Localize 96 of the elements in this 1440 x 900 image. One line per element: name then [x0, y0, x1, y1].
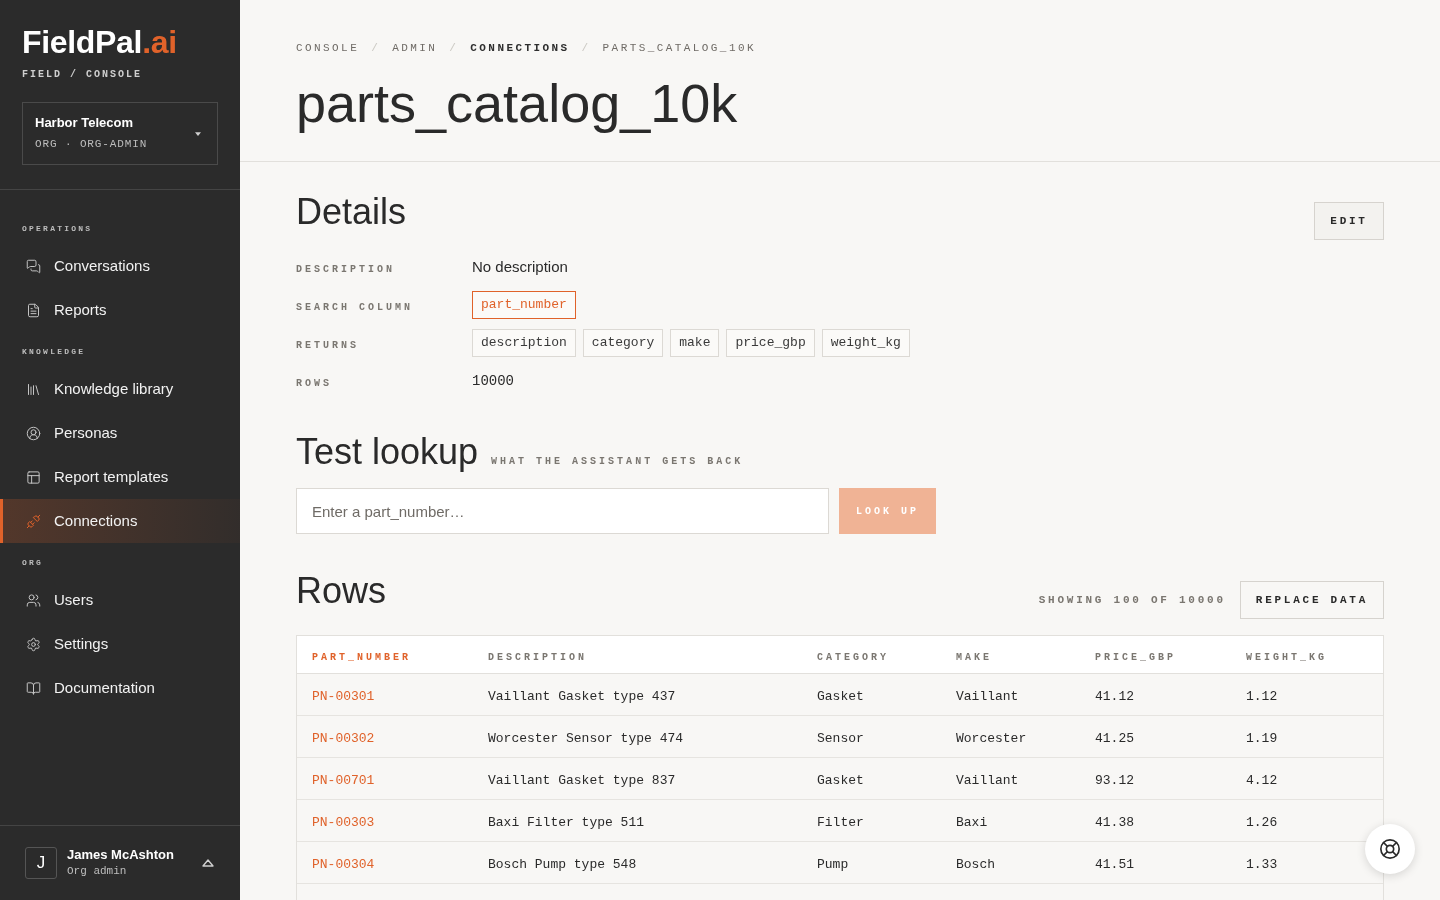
section-heading: Details — [296, 192, 407, 232]
field-value: 10000 — [472, 372, 514, 391]
table-cell: Baxi — [956, 814, 988, 830]
column-header: DESCRIPTION — [488, 651, 587, 663]
breadcrumb-link[interactable]: CONNECTIONS — [470, 40, 570, 56]
table-cell: Gasket — [817, 688, 864, 704]
field-value: No description — [472, 257, 568, 277]
search-column-tag: part_number — [472, 291, 576, 319]
help-button[interactable] — [1365, 824, 1415, 874]
sidebar-item[interactable]: Personas — [0, 411, 240, 455]
sidebar-item[interactable]: Report templates — [0, 455, 240, 499]
user-role: Org admin — [67, 864, 128, 879]
column-tag: weight_kg — [821, 329, 910, 357]
books-icon — [26, 381, 41, 397]
table-cell: PN-00301 — [312, 688, 375, 704]
section-subheading: WHAT THE ASSISTANT GETS BACK — [491, 455, 744, 469]
user-menu-toggle[interactable] — [202, 859, 214, 867]
edit-button[interactable]: EDIT — [1314, 202, 1384, 240]
table-cell: Worcester — [956, 730, 1027, 746]
org-switcher[interactable]: Harbor Telecom ORG · ORG-ADMIN — [22, 102, 218, 165]
document-icon — [26, 302, 41, 318]
sidebar-item[interactable]: Conversations — [0, 244, 240, 288]
chat-bubbles-icon — [26, 258, 41, 274]
layout-icon — [26, 469, 41, 485]
sidebar-item[interactable]: Documentation — [0, 666, 240, 710]
section-label: OPERATIONS — [21, 223, 94, 235]
unplugged-plug-icon — [26, 513, 41, 529]
column-header: PRICE_GBP — [1095, 651, 1176, 663]
sidebar-item[interactable]: Connections — [0, 499, 240, 543]
replace-data-button[interactable]: REPLACE DATA — [1239, 581, 1384, 619]
column-header: CATEGORY — [817, 651, 889, 663]
breadcrumb-link[interactable]: CONSOLE — [296, 40, 360, 56]
table-cell: Sensor — [817, 730, 864, 746]
column-tag: description — [472, 329, 576, 357]
table-cell: Bosch Pump type 548 — [488, 856, 637, 872]
user-name: James McAshton — [67, 847, 174, 863]
table-cell: 93.12 — [1095, 772, 1134, 788]
table-cell: Pump — [817, 856, 849, 872]
table-cell: Vaillant Gasket type 837 — [488, 772, 676, 788]
table-cell: 41.51 — [1095, 856, 1134, 872]
row-count: SHOWING 100 OF 10000 — [1038, 592, 1226, 608]
lookup-input[interactable]: Enter a part_number… — [296, 488, 829, 534]
table-cell: Bosch — [956, 856, 995, 872]
table-cell: Vaillant Gasket type 437 — [488, 688, 676, 704]
caret-up-icon — [202, 859, 214, 867]
section-heading: Rows — [296, 571, 387, 611]
page-title: parts_catalog_10k — [296, 74, 738, 133]
console-label: FIELD / CONSOLE — [22, 69, 142, 81]
breadcrumb-separator: / — [449, 41, 459, 56]
table-cell: 41.12 — [1095, 688, 1134, 704]
column-header: WEIGHT_KG — [1246, 651, 1327, 663]
table-cell: Filter — [817, 814, 864, 830]
field-label: ROWS — [296, 378, 332, 389]
table-cell: Gasket — [817, 772, 864, 788]
logo: FieldPal.ai — [22, 24, 177, 60]
section-label: ORG — [21, 557, 45, 569]
column-tag: make — [670, 329, 720, 357]
table-cell: 1.33 — [1246, 856, 1278, 872]
table-cell: PN-00304 — [312, 856, 375, 872]
sidebar-item[interactable]: Reports — [0, 288, 240, 332]
column-header: PART_NUMBER — [312, 651, 411, 663]
breadcrumb-link[interactable]: ADMIN — [392, 40, 438, 56]
sidebar-item[interactable]: Knowledge library — [0, 367, 240, 411]
table-cell: 41.38 — [1095, 814, 1134, 830]
field-label: RETURNS — [296, 340, 359, 351]
table-cell: 41.25 — [1095, 730, 1134, 746]
table-cell: PN-00701 — [312, 772, 375, 788]
open-book-icon — [26, 680, 41, 696]
table-cell: PN-00303 — [312, 814, 375, 830]
table-cell: 1.12 — [1246, 688, 1278, 704]
settings-icon — [26, 636, 41, 652]
field-label: DESCRIPTION — [296, 264, 395, 275]
table-cell: Worcester Sensor type 474 — [488, 730, 684, 746]
sidebar-item[interactable]: Settings — [0, 622, 240, 666]
table-cell: 1.19 — [1246, 730, 1278, 746]
breadcrumb-separator: / — [371, 41, 381, 56]
table-cell: 1.26 — [1246, 814, 1278, 830]
table-cell: PN-00302 — [312, 730, 375, 746]
breadcrumb-link[interactable]: PARTS_CATALOG_10K — [602, 40, 756, 56]
column-tag: category — [582, 329, 664, 357]
table-cell: Vaillant — [956, 772, 1019, 788]
table-cell: 4.12 — [1246, 772, 1278, 788]
table-cell: Baxi Filter type 511 — [488, 814, 645, 830]
users-icon — [26, 592, 41, 608]
breadcrumb-separator: / — [581, 41, 591, 56]
column-header: MAKE — [956, 651, 992, 663]
user-circle-icon — [26, 425, 41, 441]
avatar: J — [25, 847, 57, 879]
field-label: SEARCH COLUMN — [296, 302, 413, 313]
section-label: KNOWLEDGE — [21, 346, 87, 358]
sidebar-item[interactable]: Users — [0, 578, 240, 622]
table-cell: Vaillant — [956, 688, 1019, 704]
caret-icon — [195, 131, 201, 136]
lifebuoy-icon — [1379, 838, 1401, 860]
section-heading: Test lookup — [296, 432, 479, 472]
column-tag: price_gbp — [726, 329, 815, 357]
